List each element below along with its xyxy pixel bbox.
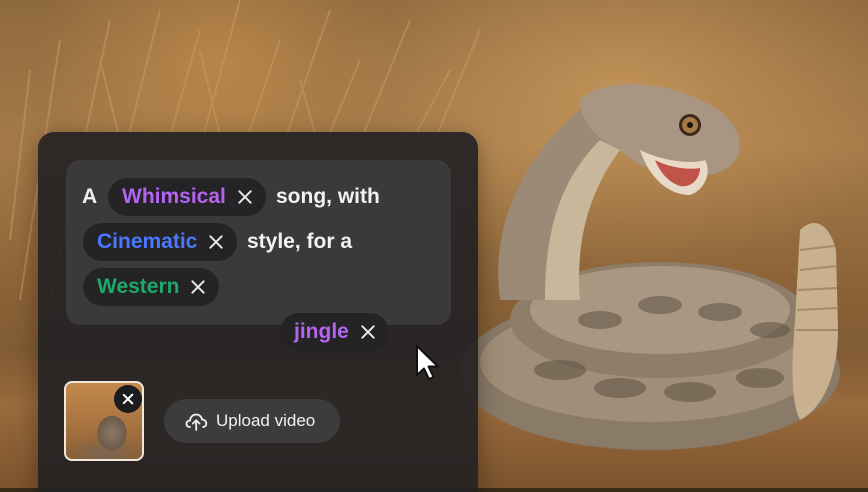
close-icon (122, 393, 134, 405)
close-icon[interactable] (236, 188, 254, 206)
close-icon[interactable] (359, 323, 377, 341)
chip-cinematic[interactable]: Cinematic (83, 223, 238, 261)
remove-thumbnail-button[interactable] (114, 385, 142, 413)
cloud-upload-icon (185, 413, 208, 431)
upload-video-button[interactable]: Upload video (164, 399, 340, 443)
chip-jingle[interactable]: jingle (280, 313, 389, 351)
close-icon[interactable] (207, 233, 225, 251)
chip-jingle-label: jingle (294, 320, 349, 343)
chip-whimsical-label: Whimsical (122, 185, 226, 208)
chip-cinematic-label: Cinematic (97, 230, 198, 253)
chip-western[interactable]: Western (83, 268, 220, 306)
prompt-text-style-for-a: style, for a (247, 230, 353, 253)
close-icon[interactable] (189, 278, 207, 296)
prompt-text-song-with: song, with (276, 185, 380, 208)
mouse-pointer-icon (416, 345, 439, 380)
chip-western-label: Western (97, 275, 180, 298)
prompt-text-a: A (82, 185, 98, 208)
upload-video-label: Upload video (216, 411, 316, 430)
chip-whimsical[interactable]: Whimsical (108, 178, 266, 216)
